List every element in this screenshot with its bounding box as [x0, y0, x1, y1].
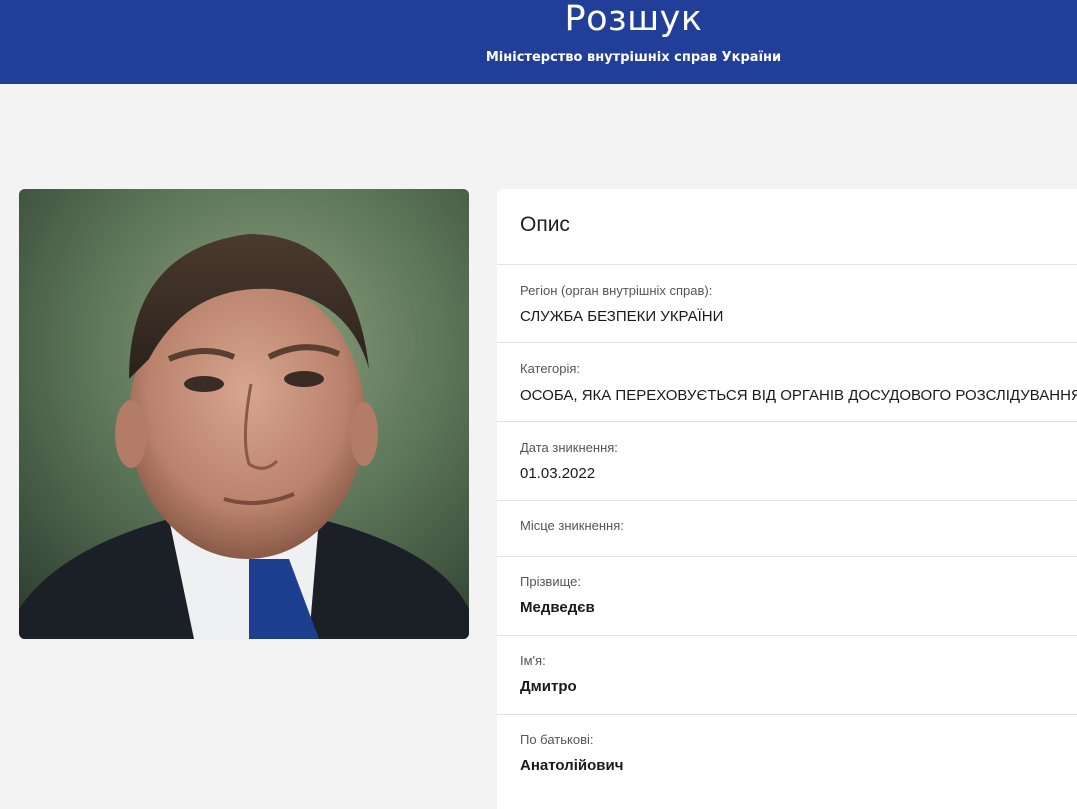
card-title: Опис — [520, 213, 570, 236]
field-label: Регіон (орган внутрішніх справ): — [520, 283, 713, 298]
field-value: 01.03.2022 — [520, 465, 596, 482]
page-subtitle: Міністерство внутрішніх справ України — [485, 50, 782, 65]
page-header: Розшук Міністерство внутрішніх справ Укр… — [0, 0, 1077, 84]
field-value: Анатолійович — [520, 757, 624, 774]
field-label: Ім'я: — [520, 653, 546, 668]
field-label: Категорія: — [520, 361, 581, 376]
page-title: Розшук — [564, 0, 703, 39]
field-value: ОСОБА, ЯКА ПЕРЕХОВУЄТЬСЯ ВІД ОРГАНІВ ДОС… — [520, 387, 1077, 404]
field-value: Дмитро — [520, 678, 577, 695]
field-category: Категорія: ОСОБА, ЯКА ПЕРЕХОВУЄТЬСЯ ВІД … — [497, 342, 1077, 422]
field-label: Дата зникнення: — [520, 440, 618, 455]
field-label: Прізвище: — [520, 574, 581, 589]
field-value: Медведєв — [520, 599, 595, 616]
description-card: Опис Регіон (орган внутрішніх справ): СЛ… — [497, 189, 1077, 809]
field-date: Дата зникнення: 01.03.2022 — [497, 421, 1077, 501]
field-place: Місце зникнення: — [497, 500, 1077, 557]
field-region: Регіон (орган внутрішніх справ): СЛУЖБА … — [497, 264, 1077, 343]
field-label: По батькові: — [520, 732, 594, 747]
field-value: СЛУЖБА БЕЗПЕКИ УКРАЇНИ — [520, 308, 724, 325]
field-first-name: Ім'я: Дмитро — [497, 635, 1077, 715]
field-label: Місце зникнення: — [520, 518, 624, 533]
field-surname: Прізвище: Медведєв — [497, 556, 1077, 636]
person-photo — [19, 189, 469, 639]
field-patronymic: По батькові: Анатолійович — [497, 714, 1077, 794]
